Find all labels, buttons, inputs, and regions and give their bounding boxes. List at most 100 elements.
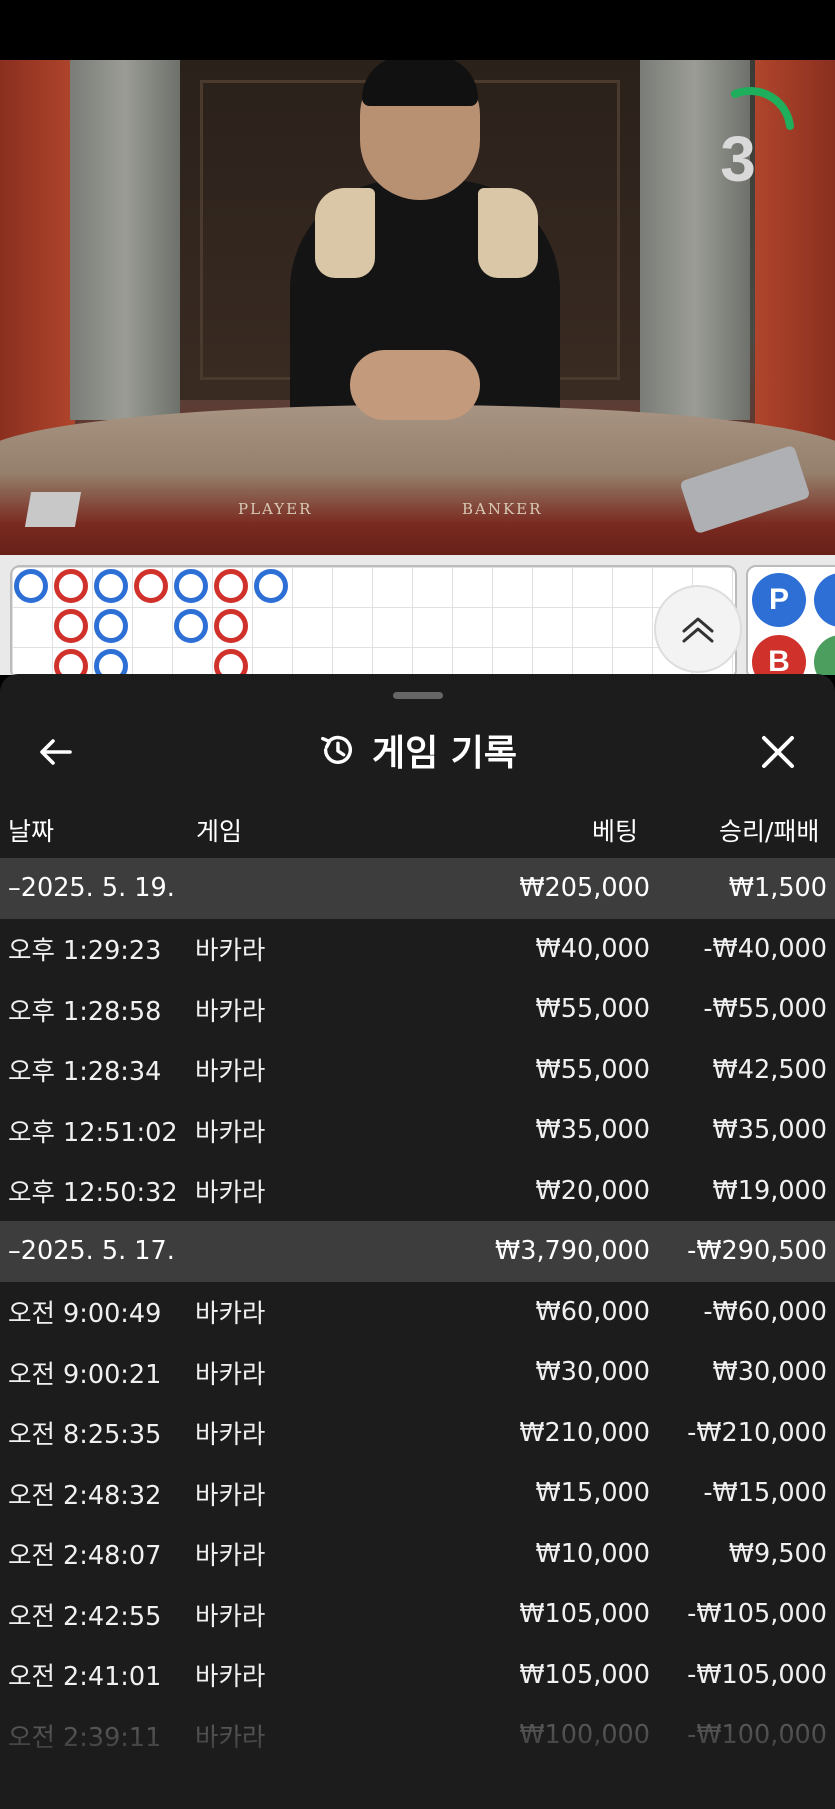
row-game: 바카라 — [195, 996, 266, 1027]
history-row[interactable]: 오후 1:29:23 바카라 ₩40,000 -₩40,000 — [0, 919, 835, 980]
history-row[interactable]: 오후 1:28:34 바카라 ₩55,000 ₩42,500 — [0, 1040, 835, 1101]
row-result: -₩40,000 — [703, 933, 827, 964]
status-bar — [0, 0, 835, 60]
group-bet-total: ₩205,000 — [385, 858, 650, 919]
dealer-vest-left — [315, 188, 375, 278]
row-time: 오후 1:28:58 — [8, 996, 162, 1027]
row-result: -₩60,000 — [703, 1296, 827, 1327]
bead-banker — [214, 609, 248, 643]
history-row[interactable]: 오후 1:28:58 바카라 ₩55,000 -₩55,000 — [0, 979, 835, 1040]
countdown-number: 3 — [720, 123, 756, 195]
row-bet: ₩105,000 — [519, 1659, 650, 1690]
row-time: 오전 2:41:01 — [8, 1662, 162, 1693]
bead-banker — [214, 649, 248, 675]
row-game: 바카라 — [195, 1601, 266, 1632]
bead-road — [10, 565, 742, 675]
back-arrow-icon[interactable] — [36, 732, 76, 772]
row-time: 오전 2:48:32 — [8, 1480, 162, 1511]
dealer-hair — [362, 60, 478, 106]
row-result: ₩42,500 — [712, 1054, 827, 1085]
history-row[interactable]: 오후 12:51:02 바카라 ₩35,000 ₩35,000 — [0, 1100, 835, 1161]
row-result: -₩210,000 — [687, 1417, 827, 1448]
banker-ask-button[interactable]: B — [752, 635, 806, 675]
row-game: 바카라 — [195, 1359, 266, 1390]
history-row[interactable]: 오전 2:39:11 바카라 ₩100,000 -₩100,000 — [0, 1705, 835, 1766]
row-game: 바카라 — [195, 1299, 266, 1330]
history-row[interactable]: 오후 12:50:32 바카라 ₩20,000 ₩19,000 — [0, 1161, 835, 1222]
pillar-left — [70, 60, 180, 420]
column-header-win-loss: 승리/패배 — [719, 817, 820, 846]
history-table: –2025. 5. 19. ₩205,000 ₩1,500 오후 1:29:23 바카라… — [0, 858, 835, 1766]
row-result: -₩100,000 — [687, 1720, 827, 1751]
row-bet: ₩60,000 — [535, 1296, 650, 1327]
group-date: –2025. 5. 19. — [0, 858, 195, 919]
sheet-drag-handle[interactable] — [393, 692, 443, 699]
row-time: 오전 9:00:21 — [8, 1359, 162, 1390]
row-result: -₩55,000 — [703, 994, 827, 1025]
bead-player — [174, 569, 208, 603]
bead-player — [94, 609, 128, 643]
date-group-row[interactable]: –2025. 5. 19. ₩205,000 ₩1,500 — [0, 858, 835, 919]
history-row[interactable]: 오전 2:41:01 바카라 ₩105,000 -₩105,000 — [0, 1645, 835, 1706]
player-prediction-dot — [814, 573, 835, 627]
row-bet: ₩15,000 — [535, 1478, 650, 1509]
row-result: ₩35,000 — [712, 1115, 827, 1146]
row-game: 바카라 — [195, 1117, 266, 1148]
bead-banker — [214, 569, 248, 603]
history-row[interactable]: 오전 2:42:55 바카라 ₩105,000 -₩105,000 — [0, 1584, 835, 1645]
row-result: ₩9,500 — [728, 1538, 827, 1569]
row-time: 오전 2:42:55 — [8, 1601, 162, 1632]
column-headers: 날짜 게임 베팅 승리/패배 — [0, 800, 835, 858]
row-game: 바카라 — [195, 1420, 266, 1451]
row-result: -₩105,000 — [687, 1599, 827, 1630]
group-bet-total: ₩3,790,000 — [385, 1221, 650, 1282]
row-time: 오후 12:51:02 — [8, 1117, 178, 1148]
history-row[interactable]: 오전 9:00:21 바카라 ₩30,000 ₩30,000 — [0, 1342, 835, 1403]
close-icon[interactable] — [756, 730, 800, 774]
history-row[interactable]: 오전 8:25:35 바카라 ₩210,000 -₩210,000 — [0, 1403, 835, 1464]
bead-player — [254, 569, 288, 603]
row-game: 바카라 — [195, 1178, 266, 1209]
row-bet: ₩210,000 — [519, 1417, 650, 1448]
history-row[interactable]: 오전 2:48:07 바카라 ₩10,000 ₩9,500 — [0, 1524, 835, 1585]
dealer-vest-right — [478, 188, 538, 278]
table-label-banker: BANKER — [462, 500, 543, 518]
chevron-double-up-icon — [682, 617, 714, 643]
bead-player — [14, 569, 48, 603]
row-game: 바카라 — [195, 1057, 266, 1088]
history-row[interactable]: 오전 9:00:49 바카라 ₩60,000 -₩60,000 — [0, 1282, 835, 1343]
roadmap-strip: P B — [0, 555, 835, 675]
group-spacer — [195, 858, 385, 919]
red-wall-left — [0, 60, 75, 480]
row-result: -₩105,000 — [687, 1659, 827, 1690]
row-time: 오후 1:29:23 — [8, 936, 162, 967]
bead-player — [94, 649, 128, 675]
row-result: ₩30,000 — [712, 1357, 827, 1388]
player-ask-button[interactable]: P — [752, 573, 806, 627]
row-game: 바카라 — [195, 1722, 266, 1753]
date-group-row[interactable]: –2025. 5. 17. ₩3,790,000 -₩290,500 — [0, 1221, 835, 1282]
column-header-bet: 베팅 — [592, 817, 639, 846]
history-row[interactable]: 오전 2:48:32 바카라 ₩15,000 -₩15,000 — [0, 1463, 835, 1524]
sheet-header: 게임 기록 — [0, 712, 835, 788]
history-icon — [321, 735, 352, 764]
title-group: 게임 기록 — [0, 712, 835, 788]
row-time: 오전 8:25:35 — [8, 1420, 162, 1451]
bead-banker — [54, 609, 88, 643]
row-bet: ₩100,000 — [519, 1720, 650, 1751]
row-game: 바카라 — [195, 1662, 266, 1693]
bead-player — [174, 609, 208, 643]
row-time: 오전 9:00:49 — [8, 1299, 162, 1330]
column-header-game: 게임 — [196, 817, 243, 846]
banker-prediction-dot — [814, 635, 835, 675]
dealer-hands — [350, 350, 480, 420]
row-result: -₩15,000 — [703, 1478, 827, 1509]
collapse-roadmap-button[interactable] — [654, 585, 742, 673]
row-bet: ₩20,000 — [535, 1175, 650, 1206]
row-game: 바카라 — [195, 1541, 266, 1572]
bead-banker — [54, 569, 88, 603]
discard-tray — [24, 492, 82, 527]
bead-banker — [134, 569, 168, 603]
row-result: ₩19,000 — [712, 1175, 827, 1206]
game-history-sheet: 게임 기록 날짜 게임 베팅 승리/패배 –2025. 5. 19. ₩205,0… — [0, 674, 835, 1809]
